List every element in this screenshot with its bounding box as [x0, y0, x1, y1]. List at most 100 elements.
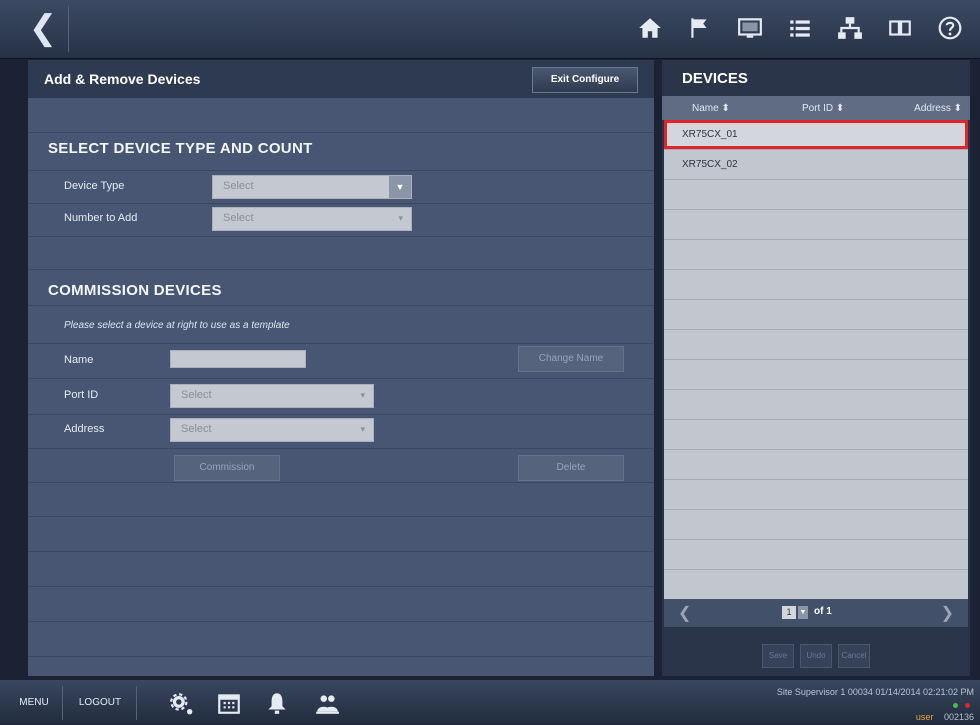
- ok-indicator: [953, 703, 958, 708]
- delete-button[interactable]: Delete: [518, 455, 624, 481]
- row-divider: [28, 170, 654, 171]
- list-icon[interactable]: [778, 6, 822, 50]
- table-row[interactable]: XR75CX_01: [664, 120, 968, 150]
- table-row: [664, 570, 968, 600]
- table-row: [664, 450, 968, 480]
- top-toolbar: [628, 6, 972, 52]
- help-icon[interactable]: [928, 6, 972, 50]
- row-divider: [28, 305, 654, 306]
- gear-icon[interactable]: [168, 690, 194, 716]
- table-row: [664, 510, 968, 540]
- current-user: user: [915, 712, 934, 722]
- device-type-select[interactable]: Select ▼: [212, 175, 412, 199]
- devices-table-header: Name ⬍ Port ID ⬍ Address ⬍: [662, 96, 970, 120]
- port-id-value: Select: [181, 389, 212, 401]
- bell-icon[interactable]: [264, 690, 290, 716]
- panels-icon[interactable]: [878, 6, 922, 50]
- status-text: Site Supervisor 1 00034 01/14/2014 02:21…: [776, 687, 974, 697]
- row-divider: [28, 448, 654, 449]
- number-to-add-value: Select: [223, 212, 254, 224]
- row-divider: [28, 343, 654, 344]
- row-divider: [28, 656, 654, 657]
- page-number-input[interactable]: 1: [782, 606, 796, 619]
- cancel-button[interactable]: Cancel: [838, 644, 870, 668]
- address-value: Select: [181, 423, 212, 435]
- column-port-id[interactable]: Port ID ⬍: [802, 103, 892, 114]
- chevron-left-icon[interactable]: ❮: [22, 8, 64, 48]
- table-row: [664, 330, 968, 360]
- chevron-right-icon[interactable]: ❯: [941, 603, 954, 623]
- chevron-down-icon: ▼: [389, 176, 411, 198]
- table-row[interactable]: XR75CX_02: [664, 150, 968, 180]
- bottom-bar: MENU LOGOUT Site Supervisor 1 00034 01/1…: [0, 680, 980, 725]
- row-divider: [28, 203, 654, 204]
- device-type-value: Select: [223, 180, 254, 192]
- chevron-down-icon: ▾: [398, 213, 403, 223]
- devices-action-buttons: Save Undo Cancel: [662, 644, 970, 668]
- monitor-icon[interactable]: [728, 6, 772, 50]
- pagination: ❮ 1 ▼ of 1 ❯: [664, 599, 968, 627]
- device-name: XR75CX_01: [682, 129, 738, 140]
- save-button[interactable]: Save: [762, 644, 794, 668]
- divider: [136, 686, 137, 720]
- panel-title: Add & Remove Devices: [44, 71, 201, 87]
- port-id-label: Port ID: [64, 389, 99, 401]
- table-row: [664, 540, 968, 570]
- flag-icon[interactable]: [678, 6, 722, 50]
- divider: [62, 686, 63, 720]
- devices-title: DEVICES: [682, 70, 748, 87]
- address-label: Address: [64, 423, 105, 435]
- row-divider: [28, 516, 654, 517]
- chevron-down-icon[interactable]: ▼: [798, 606, 808, 619]
- row-divider: [28, 378, 654, 379]
- devices-table: XR75CX_01 XR75CX_02: [664, 120, 968, 600]
- column-name[interactable]: Name ⬍: [662, 103, 802, 114]
- row-divider: [28, 551, 654, 552]
- table-row: [664, 480, 968, 510]
- undo-button[interactable]: Undo: [800, 644, 832, 668]
- page-total: of 1: [814, 606, 832, 617]
- chevron-down-icon: ▾: [360, 424, 365, 434]
- column-address[interactable]: Address ⬍: [892, 103, 962, 114]
- table-row: [664, 240, 968, 270]
- number-to-add-label: Number to Add: [64, 212, 138, 224]
- address-select[interactable]: Select ▾: [170, 418, 374, 442]
- row-divider: [28, 586, 654, 587]
- name-field[interactable]: [170, 350, 306, 368]
- device-name: XR75CX_02: [682, 159, 738, 170]
- menu-button[interactable]: MENU: [10, 688, 58, 718]
- row-divider: [28, 132, 654, 133]
- top-bar: ❮: [0, 0, 980, 59]
- port-id-select[interactable]: Select ▾: [170, 384, 374, 408]
- table-row: [664, 180, 968, 210]
- table-row: [664, 390, 968, 420]
- section-title-device-type: SELECT DEVICE TYPE AND COUNT: [48, 140, 313, 157]
- chevron-left-icon[interactable]: ❮: [678, 603, 691, 623]
- row-divider: [28, 414, 654, 415]
- user-status: user 002136: [916, 712, 974, 722]
- row-divider: [28, 621, 654, 622]
- row-divider: [28, 482, 654, 483]
- logout-button[interactable]: LOGOUT: [68, 688, 132, 718]
- commission-button[interactable]: Commission: [174, 455, 280, 481]
- number-to-add-select[interactable]: Select ▾: [212, 207, 412, 231]
- home-icon[interactable]: [628, 6, 672, 50]
- exit-configure-button[interactable]: Exit Configure: [532, 67, 638, 93]
- table-row: [664, 420, 968, 450]
- change-name-button[interactable]: Change Name: [518, 346, 624, 372]
- template-hint: Please select a device at right to use a…: [64, 320, 290, 331]
- name-label: Name: [64, 354, 94, 366]
- network-icon[interactable]: [828, 6, 872, 50]
- calendar-icon[interactable]: [216, 690, 242, 716]
- table-row: [664, 360, 968, 390]
- add-remove-devices-panel: Add & Remove Devices Exit Configure SELE…: [28, 60, 654, 676]
- table-row: [664, 270, 968, 300]
- users-icon[interactable]: [314, 690, 340, 716]
- row-divider: [28, 269, 654, 270]
- user-id: 002136: [943, 712, 974, 722]
- device-type-label: Device Type: [64, 180, 125, 192]
- section-title-commission: COMMISSION DEVICES: [48, 282, 222, 299]
- divider: [68, 6, 69, 52]
- row-divider: [28, 236, 654, 237]
- alarm-indicator: [965, 703, 970, 708]
